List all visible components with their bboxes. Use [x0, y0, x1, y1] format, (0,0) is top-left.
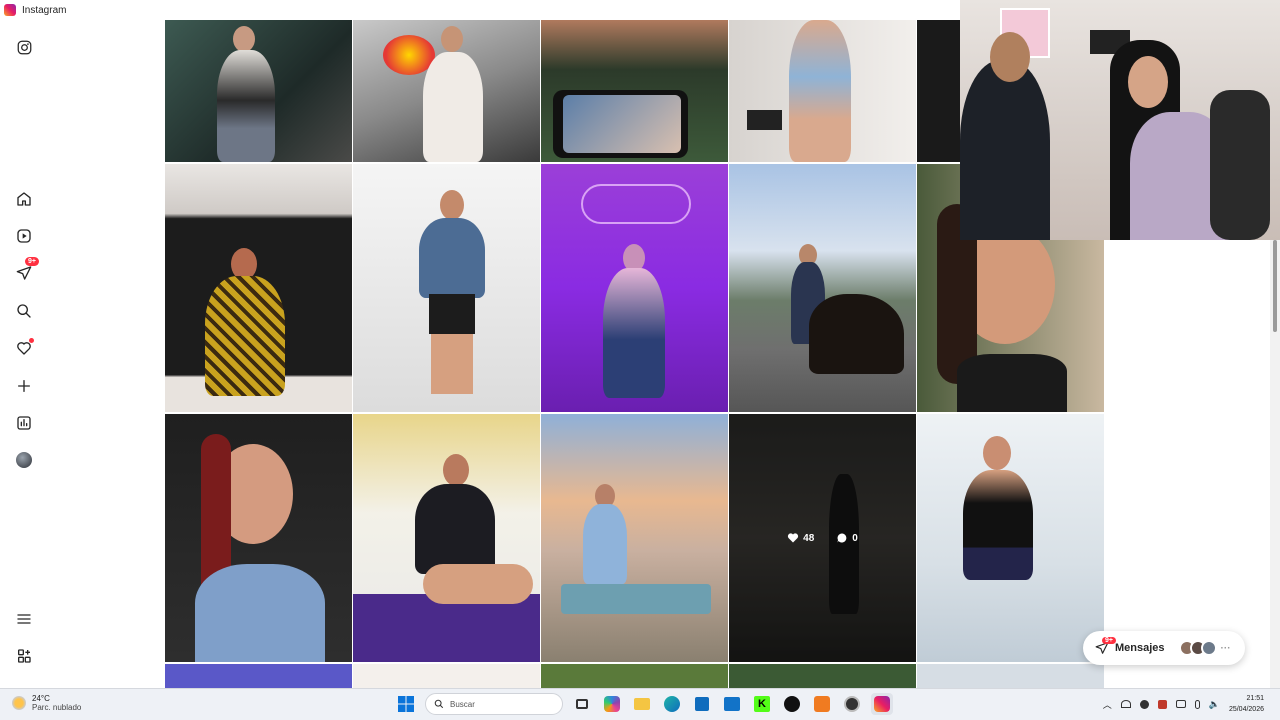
post-thumbnail[interactable]: [165, 414, 352, 662]
app-orange-icon[interactable]: [811, 693, 833, 715]
post-thumbnail[interactable]: [353, 414, 540, 662]
post-thumbnail[interactable]: [541, 164, 728, 412]
post-thumbnail[interactable]: [729, 20, 916, 162]
messages-pill-badge: 9+: [1102, 637, 1116, 644]
search-icon[interactable]: [14, 301, 34, 321]
also-from-meta-icon[interactable]: [14, 646, 34, 666]
post-thumbnail[interactable]: [729, 164, 916, 412]
edge-icon[interactable]: [661, 693, 683, 715]
tray-clock[interactable]: 21:51 25/04/2026: [1229, 693, 1264, 715]
instagram-taskbar-icon[interactable]: [871, 693, 893, 715]
messages-avatars: [1178, 640, 1217, 656]
taskbar-apps: Buscar K: [395, 693, 893, 715]
post-thumbnail-hovered[interactable]: 48 0: [729, 414, 916, 662]
taskbar-search[interactable]: Buscar: [425, 693, 563, 715]
post-thumbnail[interactable]: [917, 414, 1104, 662]
weather-icon: [12, 696, 26, 710]
webcam-overlay: [960, 0, 1280, 240]
outlook-icon[interactable]: [721, 693, 743, 715]
more-dots-icon: ···: [1220, 642, 1231, 654]
page-scrollbar[interactable]: [1270, 240, 1280, 688]
messages-icon[interactable]: 9+: [14, 257, 39, 283]
tray-network-icon[interactable]: [1120, 700, 1131, 708]
instagram-app-icon: [4, 4, 16, 16]
windows-start-icon[interactable]: [395, 693, 417, 715]
search-icon: [434, 699, 444, 709]
post-hover-overlay: 48 0: [729, 414, 916, 662]
post-thumbnail[interactable]: [541, 664, 728, 688]
post-thumbnail[interactable]: [353, 164, 540, 412]
reels-icon[interactable]: [14, 226, 34, 246]
file-explorer-icon[interactable]: [631, 693, 653, 715]
tiktok-icon[interactable]: [781, 693, 803, 715]
post-thumbnail[interactable]: [353, 20, 540, 162]
window-title: Instagram: [22, 4, 67, 16]
notifications-dot: [29, 338, 34, 343]
heart-icon: [788, 533, 799, 543]
taskbar-search-placeholder: Buscar: [450, 699, 475, 709]
notifications-icon[interactable]: [14, 338, 34, 358]
post-thumbnail[interactable]: [165, 664, 352, 688]
post-thumbnail[interactable]: [541, 20, 728, 162]
tray-volume-icon[interactable]: 🔈: [1209, 699, 1220, 710]
clock-time: 21:51: [1246, 695, 1264, 702]
post-thumbnail[interactable]: [165, 164, 352, 412]
profile-avatar-icon[interactable]: [14, 450, 34, 470]
post-thumbnail[interactable]: [165, 20, 352, 162]
more-menu-icon[interactable]: [14, 609, 34, 629]
messages-pill[interactable]: 9+ Mensajes ···: [1083, 631, 1245, 665]
weather-desc: Parc. nublado: [32, 703, 82, 712]
tray-wifi-icon[interactable]: [1175, 700, 1186, 708]
tray-notification-icon[interactable]: [1157, 699, 1167, 709]
post-thumbnail[interactable]: [541, 414, 728, 662]
weather-widget[interactable]: 24°C Parc. nublado: [12, 694, 81, 712]
sidebar: 9+: [0, 20, 48, 688]
windows-taskbar: 24°C Parc. nublado Buscar K ︿ 🔈 21:51 25…: [0, 688, 1280, 720]
tray-mic-icon[interactable]: [1194, 699, 1200, 709]
clock-date: 25/04/2026: [1228, 706, 1264, 713]
task-view-icon[interactable]: [571, 693, 593, 715]
store-icon[interactable]: [691, 693, 713, 715]
copilot-icon[interactable]: [601, 693, 623, 715]
post-thumbnail[interactable]: [917, 20, 960, 162]
weather-temp: 24°C: [32, 694, 50, 703]
post-thumbnail[interactable]: [353, 664, 540, 688]
comment-icon: [837, 533, 847, 543]
instagram-logo-icon[interactable]: [14, 37, 34, 57]
tray-chevron-icon[interactable]: ︿: [1103, 698, 1112, 711]
system-tray: ︿ 🔈 21:51 25/04/2026: [1103, 693, 1264, 715]
post-thumbnail[interactable]: [729, 664, 916, 688]
kick-icon[interactable]: K: [751, 693, 773, 715]
post-thumbnail[interactable]: [917, 664, 1104, 688]
dashboard-icon[interactable]: [14, 413, 34, 433]
scrollbar-thumb[interactable]: [1273, 240, 1277, 332]
messages-badge: 9+: [25, 257, 39, 266]
messages-pill-label: Mensajes: [1115, 642, 1165, 654]
likes-stat: 48: [787, 532, 814, 544]
home-icon[interactable]: [14, 189, 34, 209]
create-icon[interactable]: [14, 376, 34, 396]
comments-stat: 0: [836, 532, 858, 544]
obs-icon[interactable]: [841, 693, 863, 715]
likes-count: 48: [803, 532, 815, 544]
tray-app-icon[interactable]: [1139, 699, 1149, 709]
comments-count: 0: [852, 532, 858, 544]
